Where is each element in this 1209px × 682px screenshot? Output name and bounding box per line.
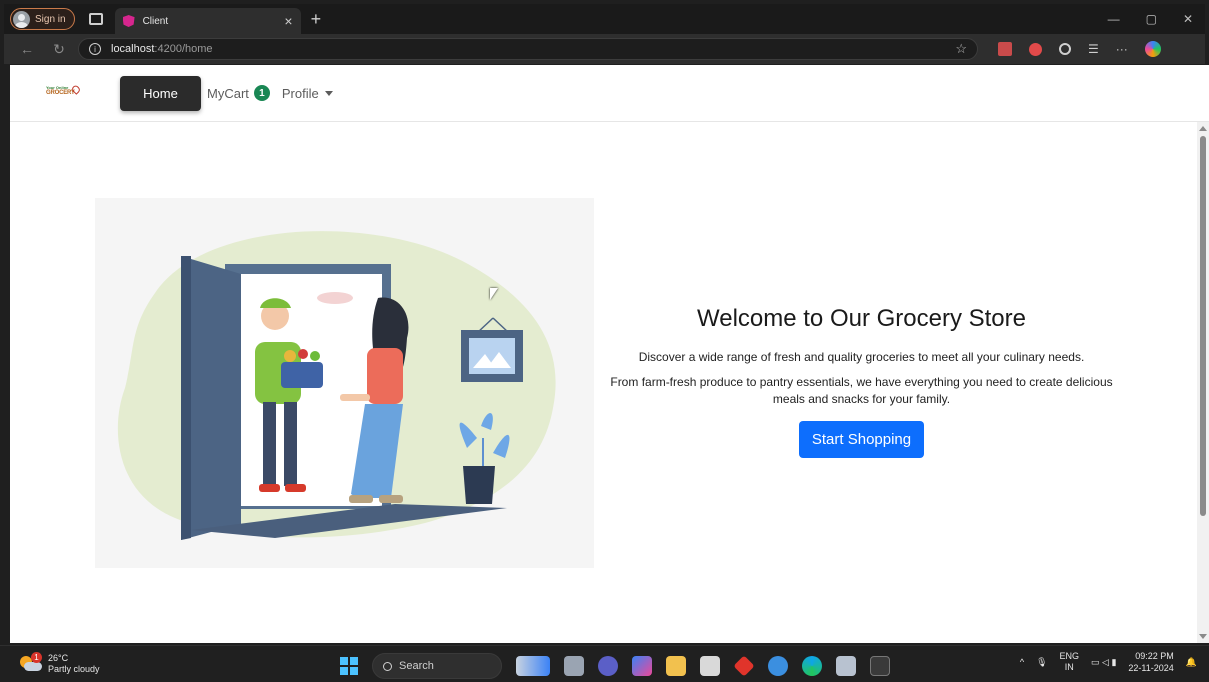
- new-tab-icon[interactable]: +: [311, 9, 322, 30]
- delivery-illustration: [95, 198, 594, 568]
- weather-temp: 26°C: [48, 653, 69, 663]
- show-hidden-icons-icon[interactable]: ^: [1020, 657, 1024, 667]
- hero-illustration: [95, 198, 594, 568]
- terminal-icon[interactable]: [870, 656, 890, 676]
- taskbar-search-label: Search: [399, 660, 434, 672]
- weather-alert-badge: 1: [31, 652, 42, 663]
- network-volume-battery-icon[interactable]: ▭ ◁ ▮: [1091, 657, 1116, 668]
- grocery-logo[interactable]: Your Online GROCERY: [46, 84, 82, 101]
- microphone-icon[interactable]: 🎙: [1036, 657, 1047, 668]
- profile-dropdown[interactable]: Profile: [282, 86, 333, 101]
- scroll-up-icon[interactable]: [1199, 126, 1207, 131]
- window-controls: — ▢ ✕: [1108, 12, 1205, 26]
- url-host: localhost: [111, 43, 155, 55]
- app-navbar: Your Online GROCERY Home MyCart 1 Profil…: [10, 65, 1209, 122]
- tab-title: Client: [142, 15, 169, 27]
- lang-top: ENG: [1059, 651, 1080, 661]
- weather-widget[interactable]: 1 26°C Partly cloudy: [20, 652, 100, 675]
- weather-desc: Partly cloudy: [48, 664, 100, 674]
- clock-time: 09:22 PM: [1135, 651, 1174, 661]
- clock[interactable]: 09:22 PM 22-11-2024: [1128, 650, 1173, 674]
- hero-title: Welcome to Our Grocery Store: [697, 305, 1026, 332]
- hero-description-1: Discover a wide range of fresh and quali…: [638, 350, 1085, 364]
- scroll-down-icon[interactable]: [1199, 634, 1207, 639]
- address-bar: ← ↻ i localhost :4200/home ☆ ☰ ···: [4, 34, 1205, 64]
- file-explorer-icon[interactable]: [666, 656, 686, 676]
- sign-in-button[interactable]: Sign in: [10, 8, 75, 30]
- copilot-taskbar-icon[interactable]: [632, 656, 652, 676]
- web-page: Your Online GROCERY Home MyCart 1 Profil…: [10, 65, 1209, 643]
- edge-icon[interactable]: [802, 656, 822, 676]
- close-window-icon[interactable]: ✕: [1183, 12, 1193, 26]
- clock-date: 22-11-2024: [1128, 663, 1174, 673]
- url-path: :4200/home: [154, 43, 213, 55]
- system-tray: ^ 🎙 ENG IN ▭ ◁ ▮ 09:22 PM 22-11-2024 🔔: [1020, 650, 1197, 674]
- site-info-icon[interactable]: i: [89, 43, 101, 55]
- sign-in-label: Sign in: [35, 13, 66, 25]
- page-scrollbar[interactable]: [1197, 122, 1209, 643]
- back-icon[interactable]: ←: [18, 41, 36, 57]
- store-icon[interactable]: [700, 656, 720, 676]
- extension-adblock-icon[interactable]: [998, 42, 1012, 56]
- cart-count-badge: 1: [253, 85, 270, 101]
- hero-text: Welcome to Our Grocery Store Discover a …: [610, 305, 1113, 458]
- windows-start-icon[interactable]: [340, 657, 358, 675]
- more-menu-icon[interactable]: ···: [1116, 42, 1128, 56]
- restore-icon[interactable]: ▢: [1146, 12, 1157, 26]
- teams-icon[interactable]: [598, 656, 618, 676]
- notifications-icon[interactable]: 🔔: [1186, 657, 1197, 668]
- favorite-star-icon[interactable]: ☆: [955, 41, 967, 57]
- tab-actions-icon[interactable]: [88, 13, 103, 25]
- browser-tab-client[interactable]: Client ×: [114, 8, 301, 34]
- refresh-icon[interactable]: ↻: [50, 41, 68, 58]
- taskbar-search[interactable]: Search: [372, 653, 502, 679]
- search-icon: [383, 661, 392, 671]
- language-indicator[interactable]: ENG IN: [1060, 651, 1080, 673]
- url-input[interactable]: i localhost :4200/home ☆: [78, 38, 978, 60]
- lang-bottom: IN: [1064, 662, 1074, 672]
- task-view-icon[interactable]: [564, 656, 584, 676]
- mycart-label: MyCart: [207, 85, 249, 101]
- minimize-icon[interactable]: —: [1108, 12, 1120, 26]
- mouse-cursor-icon: [490, 288, 498, 300]
- chrome-canary-icon[interactable]: [768, 656, 788, 676]
- copilot-icon[interactable]: [1144, 41, 1161, 57]
- weather-text: 26°C Partly cloudy: [48, 653, 100, 675]
- extensions-area: ☰ ···: [998, 41, 1161, 57]
- browser-tab-bar: Sign in Client × + — ▢ ✕: [4, 4, 1205, 34]
- app-red-diamond-icon[interactable]: [733, 655, 755, 677]
- windows-taskbar: 1 26°C Partly cloudy Search ^ 🎙 ENG IN ▭…: [0, 645, 1209, 682]
- hero-description-2: From farm-fresh produce to pantry essent…: [610, 375, 1113, 406]
- start-shopping-button[interactable]: Start Shopping: [798, 421, 925, 458]
- tab-close-icon[interactable]: ×: [284, 13, 292, 29]
- mycart-link[interactable]: MyCart 1: [207, 85, 270, 101]
- profile-label: Profile: [281, 85, 319, 101]
- snipping-tool-icon[interactable]: [836, 656, 856, 676]
- extension-red-icon[interactable]: [1029, 42, 1042, 56]
- partly-cloudy-icon: 1: [20, 652, 42, 672]
- avatar-icon: [13, 10, 30, 28]
- angular-favicon-icon: [122, 15, 135, 27]
- extensions-icon[interactable]: [1059, 43, 1071, 55]
- widgets-icon[interactable]: [516, 656, 550, 676]
- favorites-icon[interactable]: ☰: [1088, 42, 1099, 56]
- screen: Sign in Client × + — ▢ ✕ ← ↻ i localhost…: [0, 0, 1209, 682]
- logo-main-text: GROCERY: [46, 90, 75, 96]
- scrollbar-thumb[interactable]: [1200, 136, 1206, 516]
- home-button[interactable]: Home: [120, 75, 201, 111]
- chevron-down-icon: [324, 90, 333, 96]
- taskbar-apps: Search: [340, 653, 890, 679]
